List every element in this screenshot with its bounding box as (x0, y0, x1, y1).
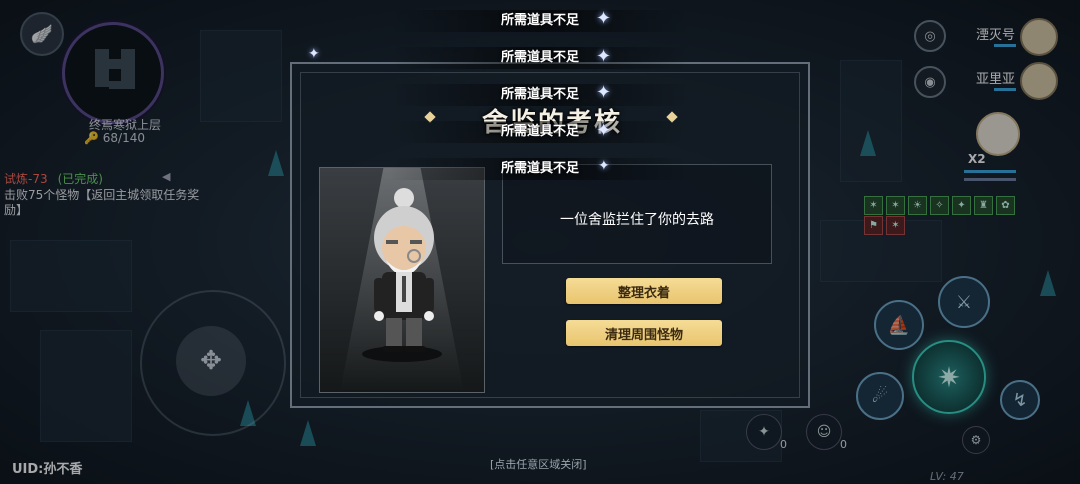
sparkle-icon: ✦ (596, 82, 612, 103)
close-hint: [点击任意区域关闭] (490, 458, 587, 471)
sparkle-icon: ✦ (308, 46, 320, 62)
choice-button-clear-monsters[interactable]: 清理周围怪物 (566, 320, 722, 346)
notice-toast: 所需道具不足 (390, 121, 690, 143)
sparkle-icon: ✦ (596, 120, 612, 141)
notice-toast: 所需道具不足 (390, 84, 690, 106)
notice-toast: 所需道具不足 (390, 47, 690, 69)
sparkle-icon: ✦ (598, 158, 610, 174)
notice-toast: 所需道具不足 (390, 10, 690, 32)
sparkle-icon: ✦ (596, 46, 612, 67)
event-dialog: 舍监的考核 一位舍监拦住了你的去路 整理衣着 清理周围怪物 (290, 62, 810, 408)
choice-button-tidy-clothes[interactable]: 整理衣着 (566, 278, 722, 304)
npc-portrait (319, 167, 485, 393)
notice-toast: 所需道具不足 (390, 158, 690, 180)
npc-butler-figure (362, 188, 442, 362)
sparkle-icon: ✦ (596, 8, 612, 29)
dialogue-text: 一位舍监拦住了你的去路 (560, 212, 714, 228)
